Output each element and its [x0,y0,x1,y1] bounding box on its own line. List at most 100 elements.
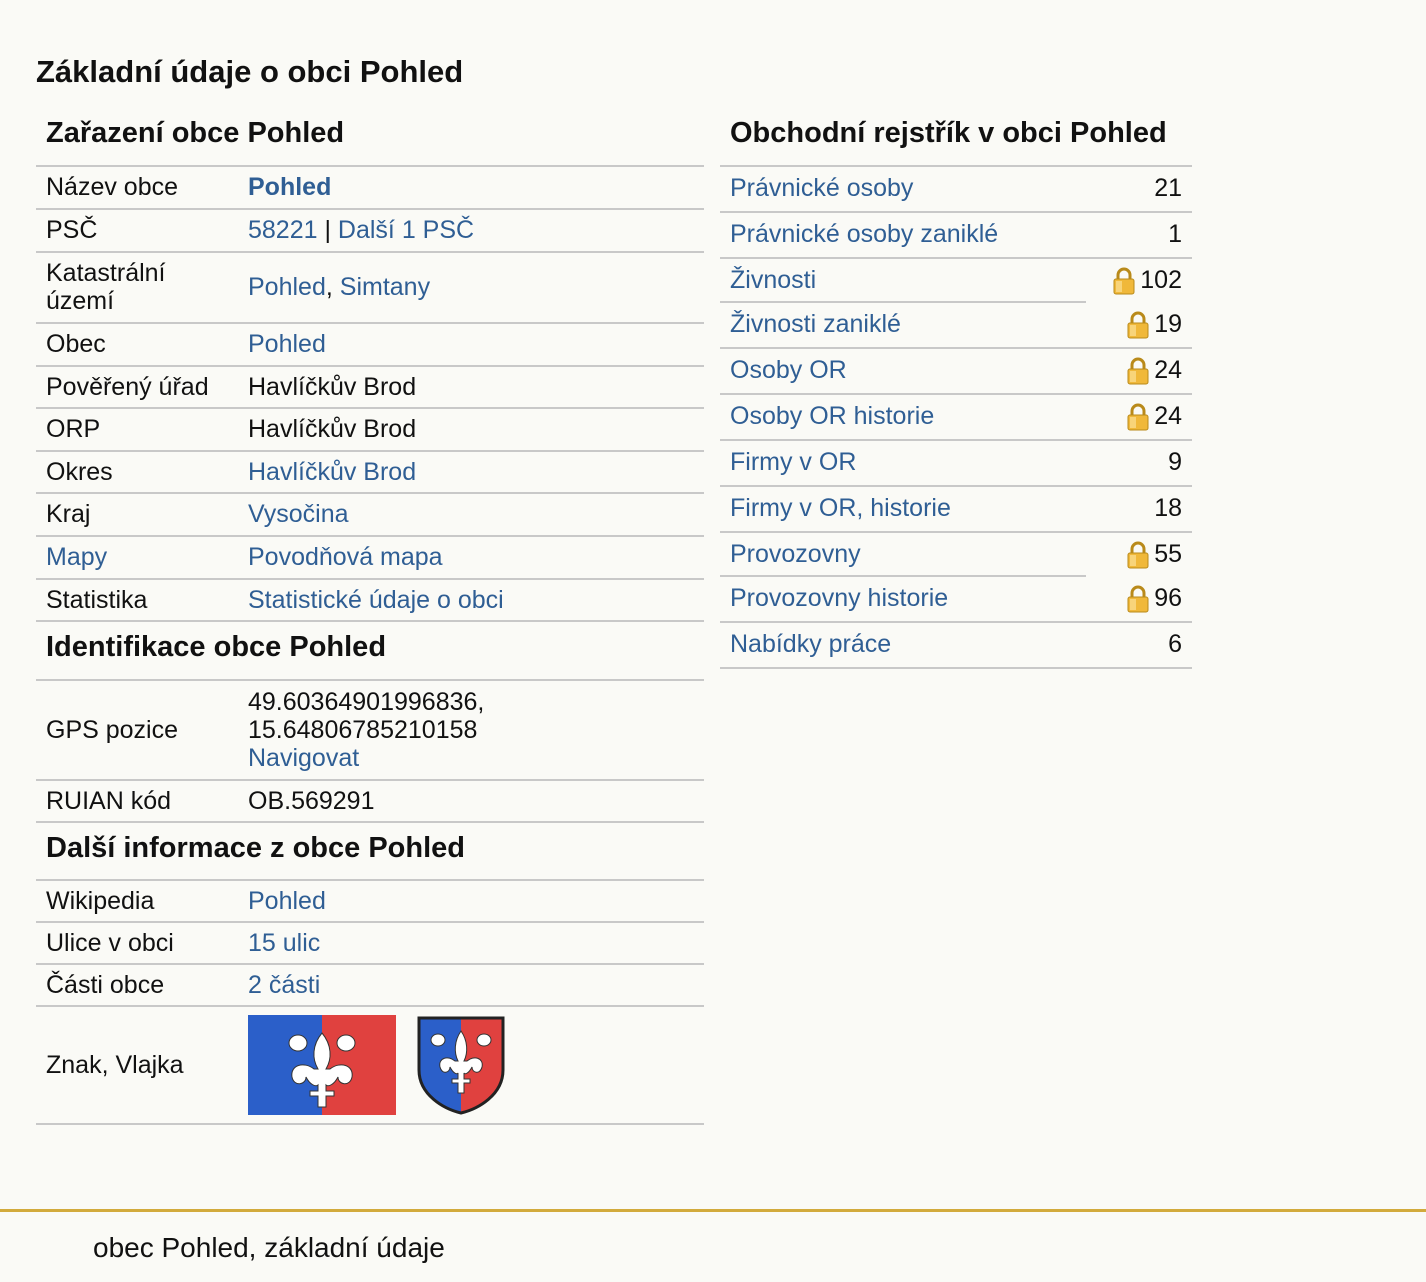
count: 24 [1154,402,1182,431]
label: Okres [36,450,238,494]
psc-link[interactable]: 58221 [248,216,318,244]
okres-link[interactable]: Havlíčkův Brod [248,458,416,486]
section-title-dalsi: Další informace z obce Pohled [36,823,704,882]
kraj-link[interactable]: Vysočina [248,500,349,528]
label: GPS pozice [36,680,238,781]
label: Název obce [36,166,238,210]
list-item: Živnosti 102 [720,259,1192,303]
value: OB.569291 [238,779,704,823]
row-ruian: RUIAN kód OB.569291 [36,779,704,823]
wikipedia-link[interactable]: Pohled [248,887,326,915]
obec-name-link[interactable]: Pohled [248,173,331,201]
footer-divider [0,1209,1426,1212]
section-title-obchodni-rejstrik: Obchodní rejstřík v obci Pohled [720,108,1192,167]
osoby-or-link[interactable]: Osoby OR [730,356,847,385]
row-obec: Obec Pohled [36,322,704,367]
navigovat-link[interactable]: Navigovat [248,744,359,772]
count: 24 [1154,356,1182,385]
count: 9 [1168,448,1182,477]
ulice-link[interactable]: 15 ulic [248,929,320,957]
label: Statistika [36,578,238,622]
list-item: Provozovny historie 96 [720,577,1192,623]
list-item: Právnické osoby 21 [720,167,1192,213]
count: 96 [1154,584,1182,613]
zivnosti-zanikle-link[interactable]: Živnosti zaniklé [730,310,901,339]
lock-icon [1126,403,1150,431]
mapy-link[interactable]: Mapy [46,543,107,571]
coat-of-arms-image[interactable] [416,1015,506,1115]
psc-more-link[interactable]: Další 1 PSČ [338,216,474,244]
psc-separator: | [317,216,338,245]
count: 102 [1140,266,1182,295]
flag-image[interactable] [248,1015,396,1116]
footer-text: obec Pohled, základní údaje [93,1232,445,1263]
list-item: Osoby OR historie 24 [720,395,1192,441]
lock-icon [1126,541,1150,569]
label: Ulice v obci [36,922,238,966]
dalsi-table: Wikipedia Pohled Ulice v obci 15 ulic Čá… [36,881,704,1126]
row-wikipedia: Wikipedia Pohled [36,881,704,924]
pravnicke-osoby-link[interactable]: Právnické osoby [730,174,913,203]
provozovny-historie-link[interactable]: Provozovny historie [730,584,948,613]
label: ORP [36,407,238,452]
ku-link-simtany[interactable]: Simtany [340,273,430,301]
label: RUIAN kód [36,779,238,823]
label: Části obce [36,964,238,1008]
provozovny-link[interactable]: Provozovny [730,540,861,569]
list-item: Firmy v OR, historie 18 [720,487,1192,533]
count: 18 [1154,494,1182,523]
ku-separator: , [325,273,340,302]
identifikace-table: GPS pozice 49.60364901996836, 15.6480678… [36,680,704,823]
count: 21 [1154,174,1182,203]
nabidky-prace-link[interactable]: Nabídky práce [730,630,891,659]
label: PSČ [36,208,238,253]
row-ulice: Ulice v obci 15 ulic [36,922,704,966]
row-povereny-urad: Pověřený úřad Havlíčkův Brod [36,365,704,409]
page-title: Základní údaje o obci Pohled [36,54,464,89]
firmy-v-or-historie-link[interactable]: Firmy v OR, historie [730,494,951,523]
ku-link-pohled[interactable]: Pohled [248,273,326,301]
value: Havlíčkův Brod [238,365,704,409]
list-item: Právnické osoby zaniklé 1 [720,213,1192,259]
statistika-link[interactable]: Statistické údaje o obci [248,586,504,614]
label: Kraj [36,492,238,537]
row-orp: ORP Havlíčkův Brod [36,407,704,452]
count: 6 [1168,630,1182,659]
gps-lat: 49.60364901996836, [248,687,485,716]
gps-lon: 15.64806785210158 [248,715,478,744]
row-mapy: Mapy Povodňová mapa [36,535,704,580]
list-item: Osoby OR 24 [720,349,1192,395]
pravnicke-osoby-zanikle-link[interactable]: Právnické osoby zaniklé [730,220,998,249]
right-column: Obchodní rejstřík v obci Pohled Právnick… [720,108,1192,669]
casti-link[interactable]: 2 části [248,971,320,999]
list-item: Provozovny 55 [720,533,1192,577]
firmy-v-or-link[interactable]: Firmy v OR [730,448,856,477]
label: Pověřený úřad [36,365,238,409]
count: 1 [1168,220,1182,249]
row-psc: PSČ 58221 | Další 1 PSČ [36,208,704,253]
row-kraj: Kraj Vysočina [36,492,704,537]
list-item: Firmy v OR 9 [720,441,1192,487]
label: Wikipedia [36,881,238,924]
lock-icon [1112,267,1136,295]
zivnosti-link[interactable]: Živnosti [730,266,816,295]
count: 19 [1154,310,1182,339]
list-item: Nabídky práce 6 [720,623,1192,669]
povodnova-mapa-link[interactable]: Povodňová mapa [248,543,443,571]
label: Katastrální území [36,251,238,324]
row-gps: GPS pozice 49.60364901996836, 15.6480678… [36,680,704,781]
value: Havlíčkův Brod [238,407,704,452]
label: Obec [36,322,238,367]
row-casti: Části obce 2 části [36,964,704,1008]
row-statistika: Statistika Statistické údaje o obci [36,578,704,622]
row-znak-vlajka: Znak, Vlajka [36,1006,704,1126]
list-item: Živnosti zaniklé 19 [720,303,1192,349]
osoby-or-historie-link[interactable]: Osoby OR historie [730,402,934,431]
lock-icon [1126,585,1150,613]
zarazeni-table: Název obce Pohled PSČ 58221 | Další 1 PS… [36,166,704,622]
obec-link[interactable]: Pohled [248,330,326,358]
row-nazev: Název obce Pohled [36,166,704,210]
label: Znak, Vlajka [36,1006,238,1126]
row-okres: Okres Havlíčkův Brod [36,450,704,494]
row-katastralni-uzemi: Katastrální území Pohled, Simtany [36,251,704,324]
